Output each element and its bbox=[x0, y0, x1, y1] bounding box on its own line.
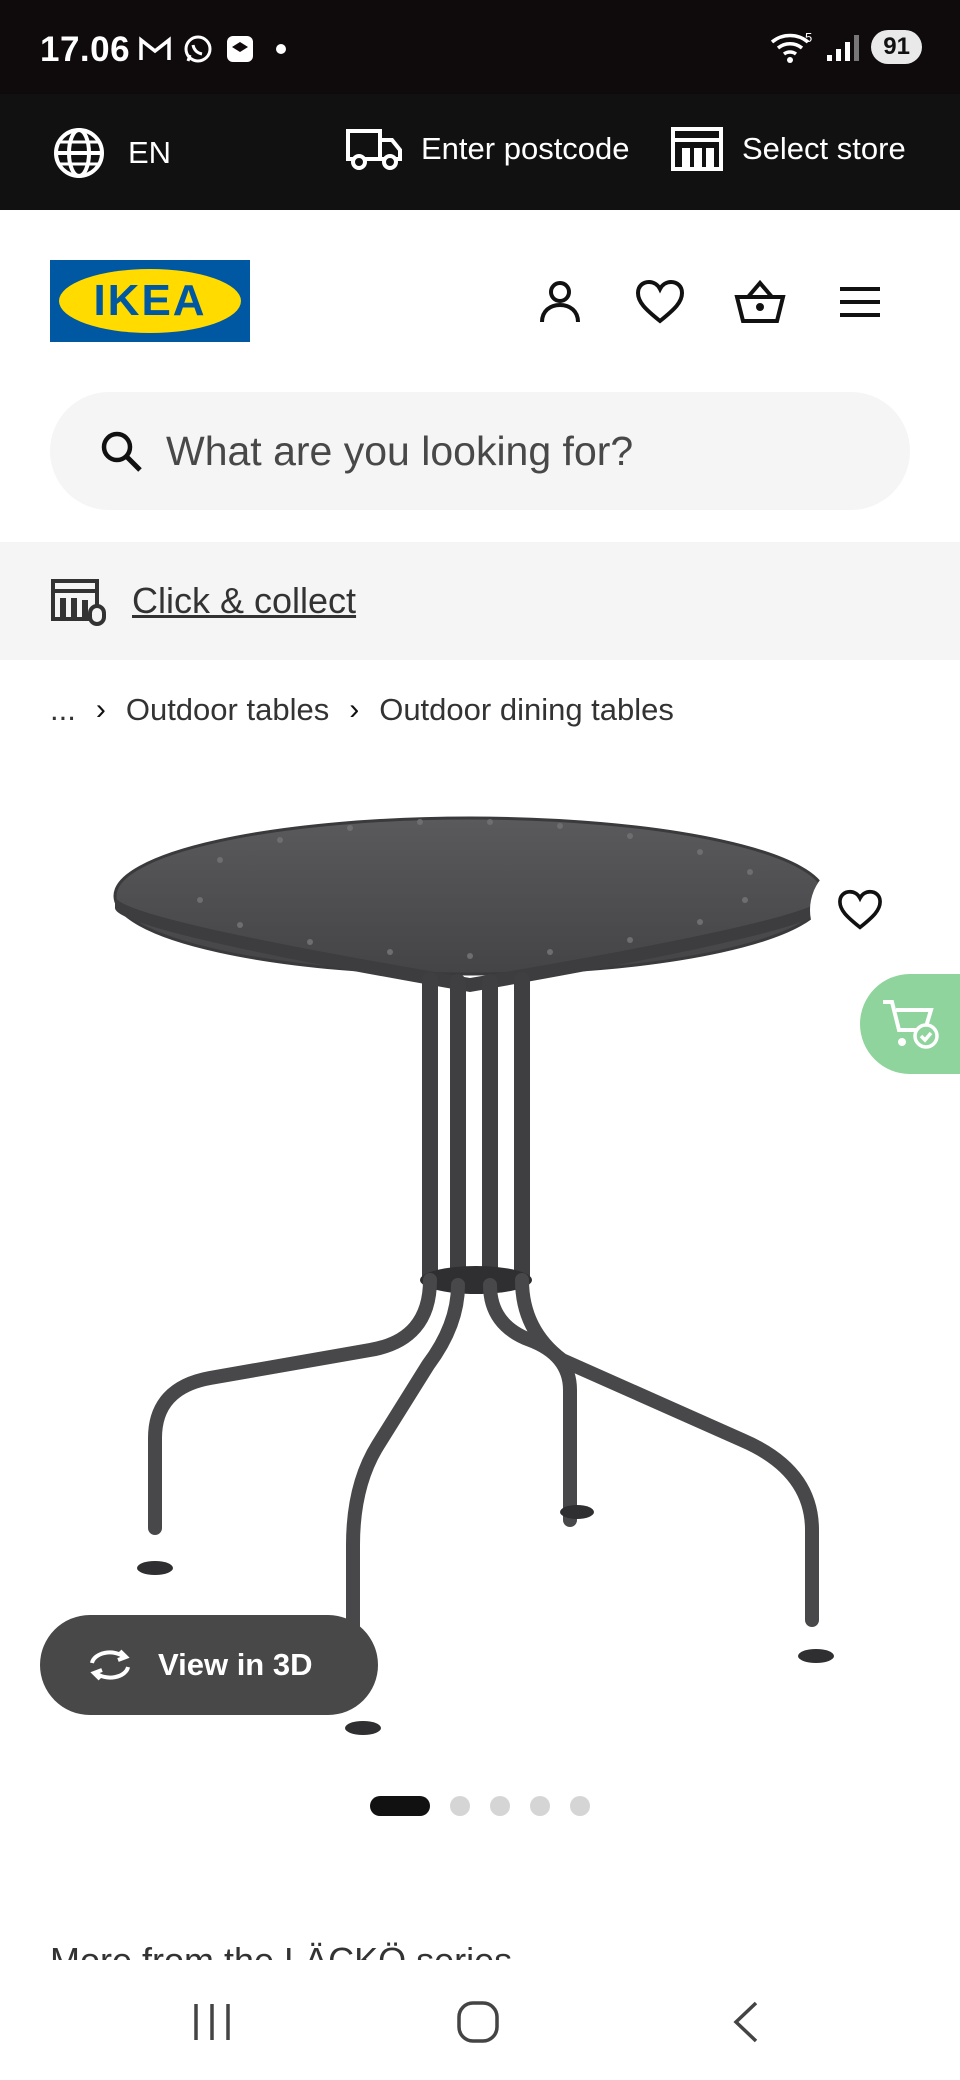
battery-indicator: 91 bbox=[871, 30, 922, 64]
signal-icon bbox=[827, 35, 860, 61]
dot-icon bbox=[276, 44, 286, 54]
store-label: Select store bbox=[742, 131, 906, 166]
system-icons: 5 91 bbox=[769, 30, 922, 64]
view-in-3d-label: View in 3D bbox=[158, 1647, 313, 1682]
breadcrumb: ... › Outdoor tables › Outdoor dining ta… bbox=[50, 692, 674, 728]
chevron-right-icon: › bbox=[349, 693, 360, 726]
gmail-icon bbox=[139, 36, 171, 60]
add-to-cart-fab[interactable] bbox=[860, 974, 960, 1074]
click-collect-store-icon bbox=[51, 579, 106, 626]
wifi-icon: 5 bbox=[771, 30, 813, 63]
carousel-dot[interactable] bbox=[450, 1796, 470, 1816]
user-icon bbox=[540, 281, 580, 323]
recent-apps-icon[interactable] bbox=[190, 2002, 234, 2042]
carousel-dot[interactable] bbox=[530, 1796, 550, 1816]
status-bar: 17.06 5 91 bbox=[0, 0, 960, 94]
notification-icons bbox=[138, 33, 288, 65]
carousel-dot[interactable] bbox=[490, 1796, 510, 1816]
logo-oval: IKEA bbox=[59, 269, 241, 333]
store-selector[interactable]: Select store bbox=[670, 126, 906, 172]
svg-text:5: 5 bbox=[805, 30, 812, 45]
carousel-dot-active[interactable] bbox=[370, 1796, 430, 1816]
menu-button[interactable] bbox=[832, 274, 888, 330]
menu-icon bbox=[840, 287, 880, 317]
click-collect-link[interactable]: Click & collect bbox=[132, 580, 356, 622]
android-nav-bar bbox=[0, 1960, 960, 2080]
account-button[interactable] bbox=[532, 274, 588, 330]
search-icon bbox=[101, 431, 142, 472]
postcode-label: Enter postcode bbox=[421, 131, 630, 166]
truck-icon bbox=[346, 129, 402, 170]
whatsapp-icon bbox=[184, 35, 212, 63]
click-collect-banner[interactable]: Click & collect bbox=[0, 542, 960, 660]
status-time: 17.06 bbox=[40, 30, 131, 69]
search-placeholder: What are you looking for? bbox=[166, 427, 634, 474]
carousel-dot[interactable] bbox=[570, 1796, 590, 1816]
cart-check-icon bbox=[883, 1000, 939, 1049]
utility-bar: EN Enter postcode Select store bbox=[0, 94, 960, 210]
breadcrumb-outdoor-tables[interactable]: Outdoor tables bbox=[126, 692, 329, 728]
basket-button[interactable] bbox=[732, 274, 788, 330]
breadcrumb-outdoor-dining-tables[interactable]: Outdoor dining tables bbox=[379, 692, 674, 728]
add-to-wishlist-button[interactable] bbox=[810, 860, 910, 960]
postcode-selector[interactable]: Enter postcode bbox=[345, 126, 630, 172]
wishlist-button[interactable] bbox=[632, 274, 688, 330]
ikea-logo[interactable]: IKEA bbox=[50, 260, 250, 342]
app-icon bbox=[227, 36, 253, 62]
chevron-right-icon: › bbox=[95, 693, 106, 726]
logo-text: IKEA bbox=[93, 276, 207, 325]
globe-icon bbox=[54, 128, 104, 178]
search-bar[interactable]: What are you looking for? bbox=[50, 392, 910, 510]
heart-icon bbox=[838, 889, 882, 930]
view-in-3d-button[interactable]: View in 3D bbox=[40, 1615, 378, 1715]
carousel-indicator bbox=[370, 1796, 590, 1816]
heart-icon bbox=[635, 279, 685, 324]
basket-icon bbox=[734, 279, 786, 323]
back-icon[interactable] bbox=[730, 2000, 762, 2044]
store-icon bbox=[671, 127, 723, 171]
language-selector[interactable]: EN bbox=[52, 126, 171, 180]
home-icon[interactable] bbox=[456, 2000, 500, 2044]
rotate-3d-icon bbox=[90, 1649, 130, 1681]
breadcrumb-ellipsis[interactable]: ... bbox=[50, 692, 76, 728]
language-label: EN bbox=[128, 135, 172, 170]
